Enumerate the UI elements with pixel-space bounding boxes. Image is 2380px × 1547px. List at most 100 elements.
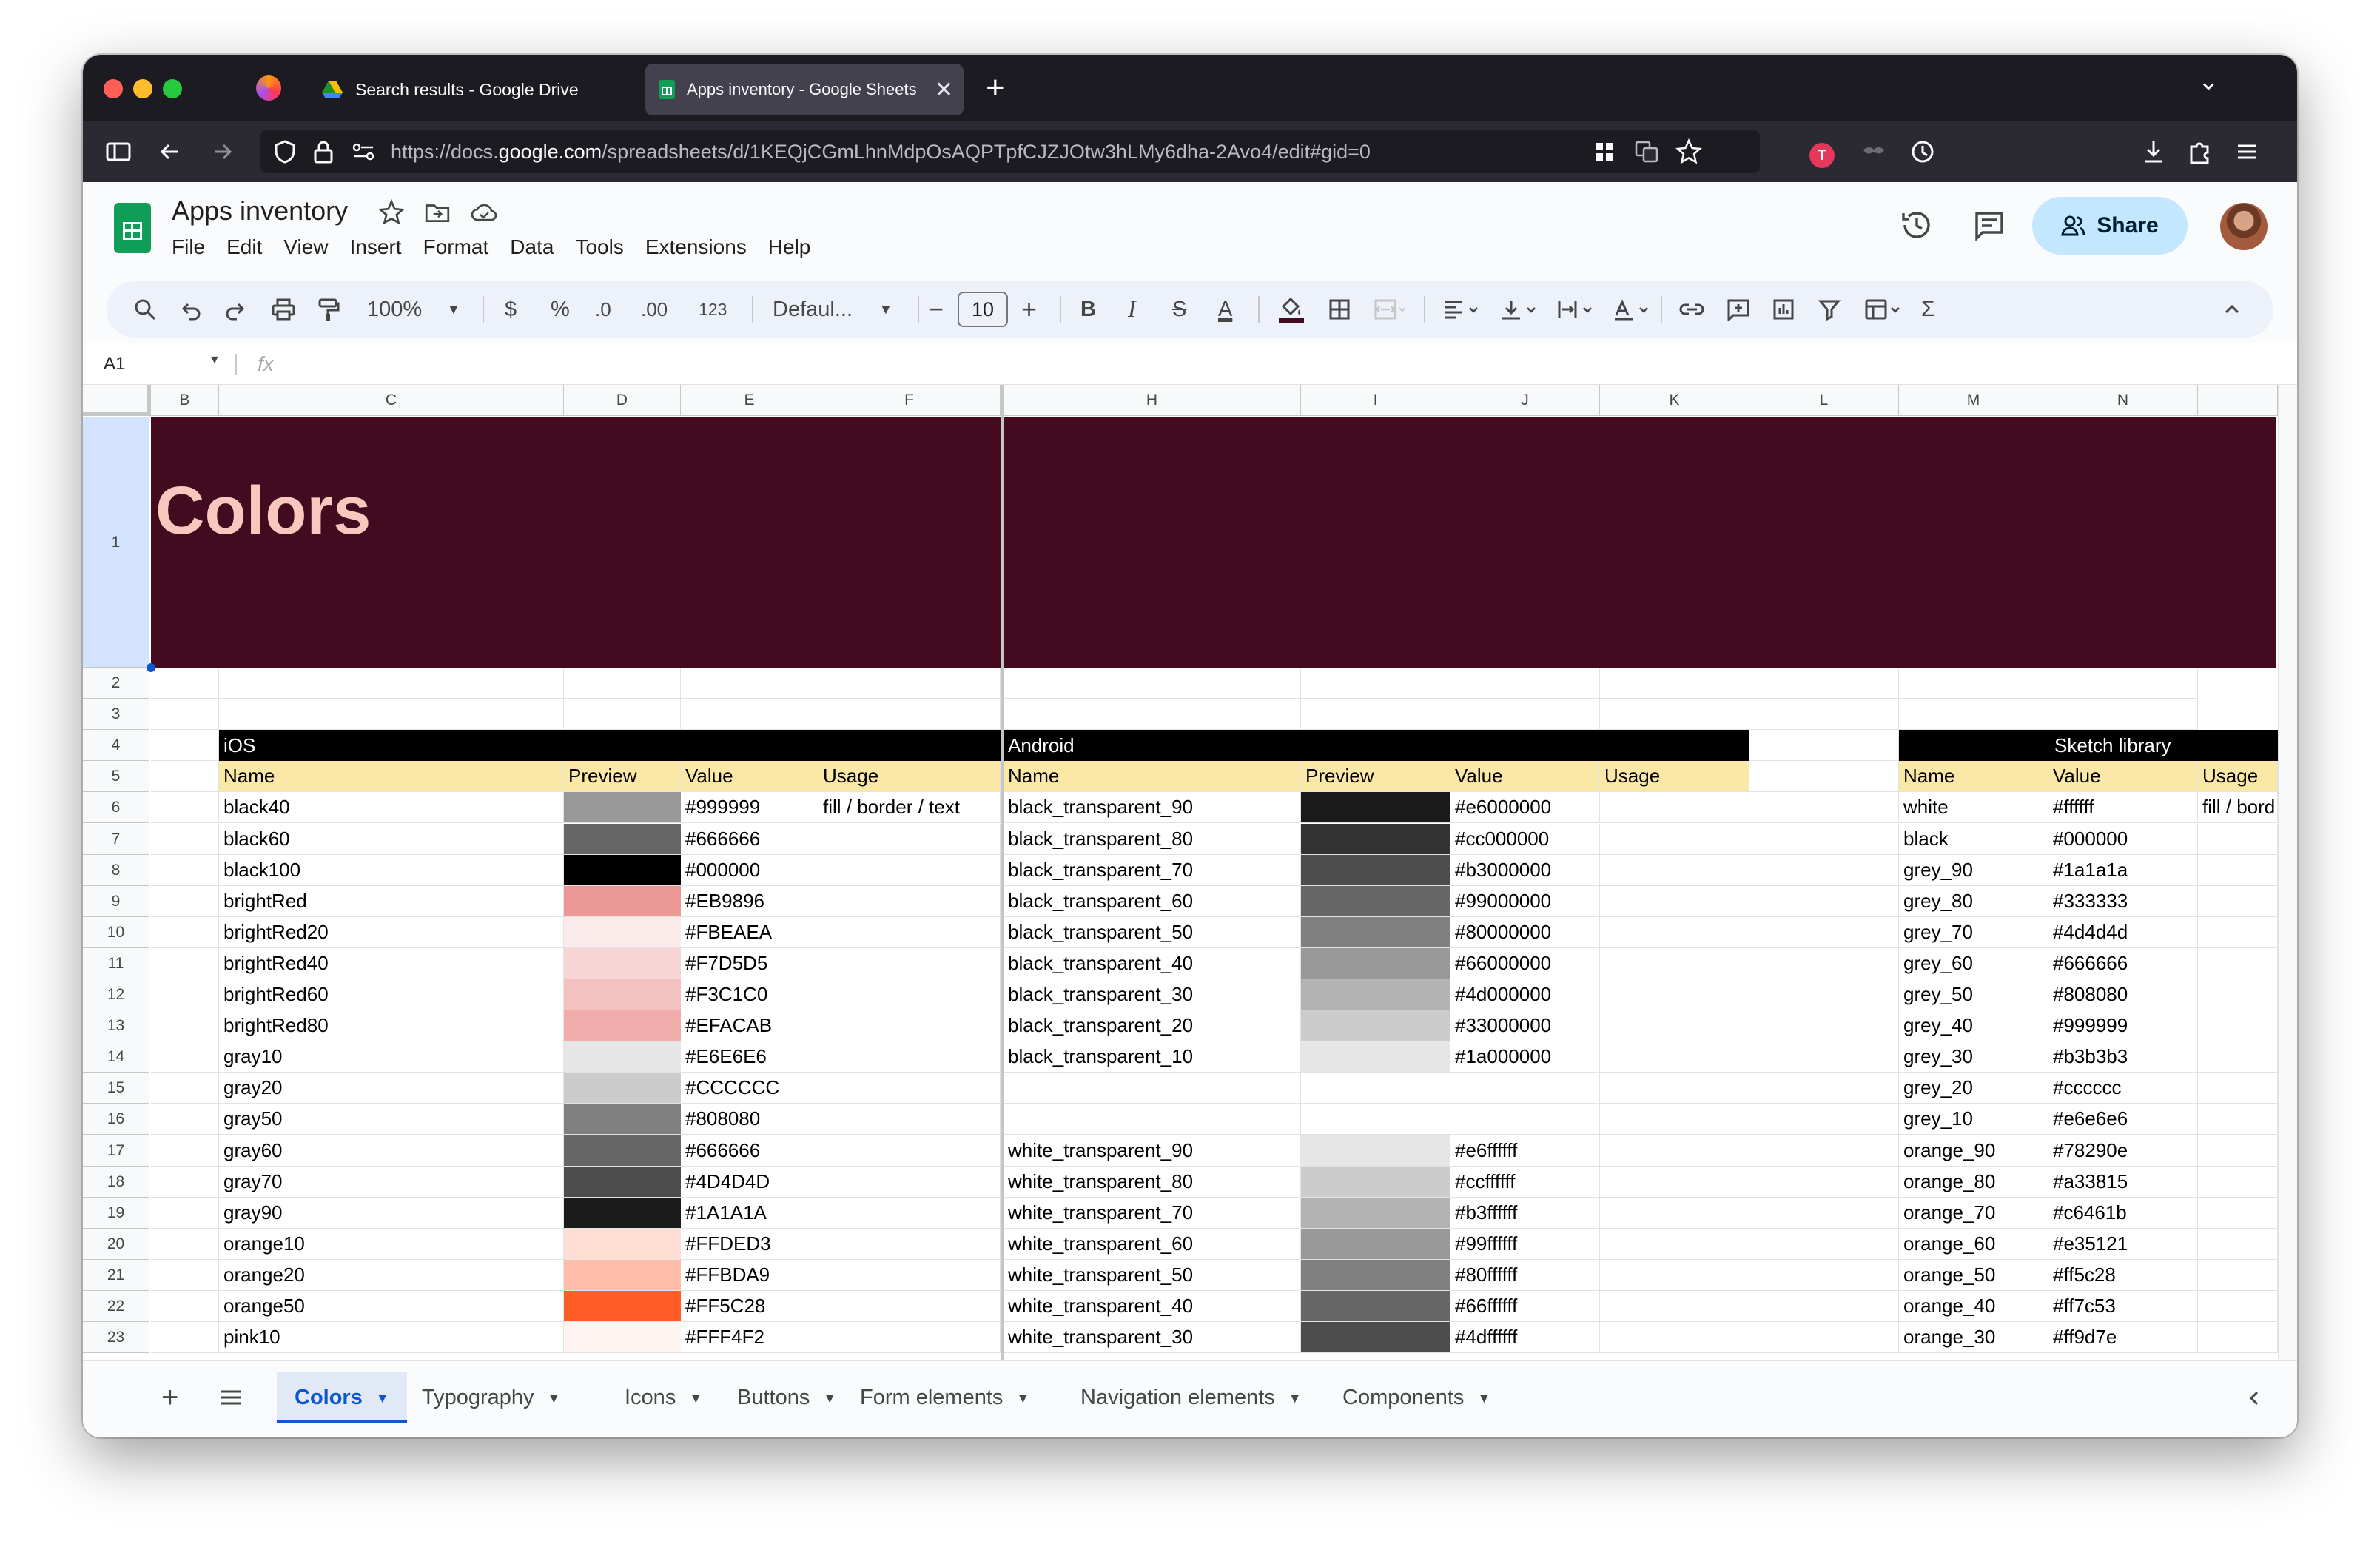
browser-tab-sheets[interactable]: Apps inventory - Google Sheets ✕ [645, 64, 964, 115]
ios-color-preview[interactable] [564, 792, 681, 824]
android-color-usage[interactable] [1600, 947, 1749, 979]
ios-color-name[interactable]: gray10 [219, 1041, 564, 1073]
sheet-tab-typography[interactable]: Typography ▼ [404, 1372, 578, 1423]
sketch-color-usage[interactable] [2198, 1259, 2278, 1291]
grid-cell[interactable] [1749, 1166, 1899, 1198]
sketch-color-value[interactable]: #a33815 [2048, 1166, 2198, 1198]
name-box-chevron-icon[interactable]: ▼ [209, 354, 221, 367]
grid-cell[interactable] [1749, 823, 1899, 855]
android-color-preview[interactable] [1301, 1197, 1450, 1229]
sketch-color-value[interactable]: #ff9d7e [2048, 1322, 2198, 1354]
android-color-preview[interactable] [1301, 947, 1450, 979]
sketch-color-value[interactable]: #e6e6e6 [2048, 1104, 2198, 1135]
filter-views-icon[interactable] [1863, 298, 1905, 321]
grid-cell[interactable] [681, 699, 818, 731]
ios-color-value[interactable]: #FFDED3 [681, 1228, 818, 1260]
android-color-value[interactable]: #66000000 [1450, 947, 1600, 979]
close-tab-icon[interactable]: ✕ [935, 77, 953, 103]
ios-color-preview[interactable] [564, 1259, 681, 1291]
sheet-tab-navigation-elements[interactable]: Navigation elements ▼ [1063, 1372, 1320, 1423]
sketch-color-usage[interactable] [2198, 1291, 2278, 1322]
grid-cell[interactable] [1749, 792, 1899, 824]
name-box[interactable]: A1 [104, 343, 125, 385]
sketch-color-usage[interactable] [2198, 1322, 2278, 1354]
insert-chart-icon[interactable] [1772, 298, 1795, 321]
grid-cell[interactable] [151, 1197, 219, 1229]
ios-color-name[interactable]: brightRed60 [219, 979, 564, 1010]
grid-cell[interactable] [1004, 699, 1301, 731]
italic-button[interactable]: I [1128, 281, 1136, 338]
grid-cell[interactable] [1749, 668, 1899, 699]
ios-color-usage[interactable] [818, 823, 1001, 855]
ios-color-name[interactable]: brightRed20 [219, 916, 564, 948]
sketch-color-name[interactable]: orange_90 [1899, 1135, 2048, 1167]
sketch-color-usage[interactable] [2198, 823, 2278, 855]
ios-color-value[interactable]: #808080 [681, 1104, 818, 1135]
column-header[interactable]: F [818, 385, 1001, 416]
extensions-puzzle-icon[interactable] [2185, 132, 2214, 172]
font-chevron-icon[interactable]: ▼ [879, 281, 892, 338]
android-color-name[interactable]: white_transparent_40 [1004, 1291, 1301, 1322]
grid-cell[interactable] [151, 1041, 219, 1073]
row-header[interactable]: 14 [83, 1041, 149, 1073]
ios-color-preview[interactable] [564, 1041, 681, 1073]
sketch-color-name[interactable]: orange_50 [1899, 1259, 2048, 1291]
sketch-color-name[interactable]: orange_60 [1899, 1228, 2048, 1260]
grid-cell[interactable] [151, 699, 219, 731]
ios-color-name[interactable]: gray90 [219, 1197, 564, 1229]
sketch-color-name[interactable]: grey_10 [1899, 1104, 2048, 1135]
sketch-color-usage[interactable] [2198, 1073, 2278, 1104]
android-color-usage[interactable] [1600, 1259, 1749, 1291]
sketch-color-usage[interactable] [2198, 1010, 2278, 1042]
collapse-toolbar-icon[interactable] [2222, 301, 2242, 318]
ios-color-name[interactable]: black40 [219, 792, 564, 824]
android-color-preview[interactable] [1301, 1010, 1450, 1042]
ios-color-usage[interactable] [818, 1166, 1001, 1198]
column-header[interactable]: C [219, 385, 564, 416]
sketch-color-usage[interactable] [2198, 947, 2278, 979]
android-color-usage[interactable] [1600, 854, 1749, 886]
row-header[interactable]: 22 [83, 1291, 149, 1323]
forward-arrow-icon[interactable] [207, 132, 237, 172]
ios-color-name[interactable]: brightRed [219, 885, 564, 917]
sketch-color-name[interactable]: white [1899, 792, 2048, 824]
grid-cell[interactable] [151, 1010, 219, 1042]
text-color-button[interactable]: A [1218, 281, 1232, 338]
sketch-color-value[interactable]: #cccccc [2048, 1073, 2198, 1104]
row-header[interactable]: 16 [83, 1104, 149, 1135]
ios-color-value[interactable]: #FFF4F2 [681, 1322, 818, 1354]
grid-cell[interactable] [1749, 761, 1899, 793]
column-header[interactable] [2198, 385, 2278, 416]
star-icon[interactable] [377, 198, 406, 226]
android-color-name[interactable]: black_transparent_90 [1004, 792, 1301, 824]
row-header[interactable]: 10 [83, 916, 149, 948]
select-all-corner[interactable] [83, 385, 151, 416]
grid-cell[interactable] [151, 1322, 219, 1354]
column-header[interactable]: E [681, 385, 818, 416]
ios-color-usage[interactable] [818, 885, 1001, 917]
ios-color-value[interactable]: #F7D5D5 [681, 947, 818, 979]
menu-file[interactable]: File [172, 235, 205, 259]
ios-color-value[interactable]: #FBEAEA [681, 916, 818, 948]
grid-cell[interactable] [151, 979, 219, 1010]
grid-cell[interactable] [151, 1073, 219, 1104]
ios-color-value[interactable]: #EFACAB [681, 1010, 818, 1042]
android-color-value[interactable]: #4d000000 [1450, 979, 1600, 1010]
android-color-value[interactable]: #4dffffff [1450, 1322, 1600, 1354]
android-color-name[interactable]: black_transparent_80 [1004, 823, 1301, 855]
ios-color-value[interactable]: #EB9896 [681, 885, 818, 917]
grid-cell[interactable] [151, 668, 219, 699]
grid-cell[interactable] [1749, 916, 1899, 948]
row-header[interactable]: 23 [83, 1322, 149, 1354]
paint-format-icon[interactable] [317, 298, 340, 323]
ios-color-name[interactable]: black100 [219, 854, 564, 886]
android-color-usage[interactable] [1600, 1104, 1749, 1135]
ios-color-preview[interactable] [564, 1197, 681, 1229]
ios-color-preview[interactable] [564, 1228, 681, 1260]
sheet-tab-colors[interactable]: Colors ▼ [277, 1372, 407, 1423]
functions-button[interactable]: Σ [1921, 281, 1935, 338]
ios-color-usage[interactable] [818, 916, 1001, 948]
grid-cell[interactable] [151, 947, 219, 979]
zoom-select[interactable]: 100% [367, 281, 422, 338]
ios-color-preview[interactable] [564, 1322, 681, 1354]
